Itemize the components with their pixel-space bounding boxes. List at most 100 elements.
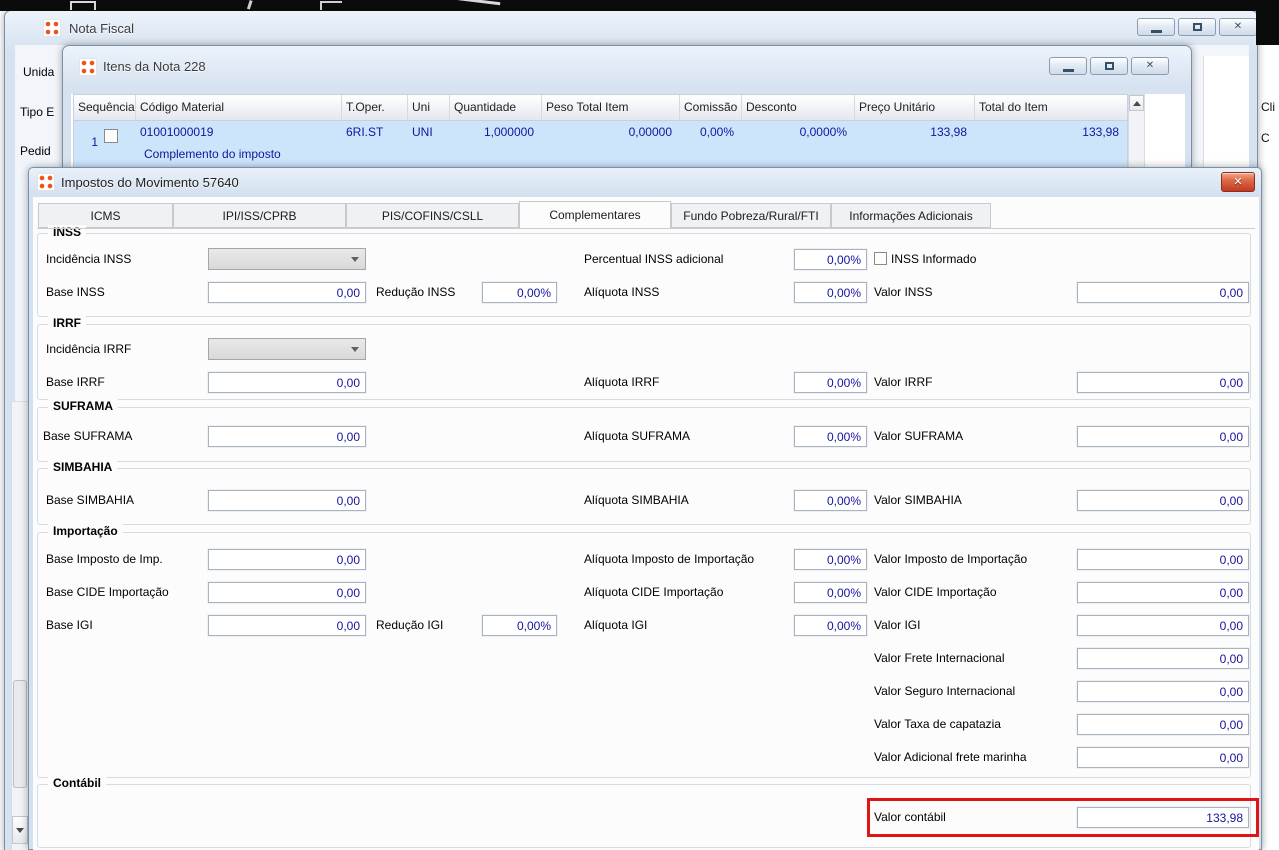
reducao-inss-field[interactable]: 0,00%: [482, 282, 557, 303]
close-button[interactable]: ✕: [1131, 57, 1169, 75]
column-header[interactable]: Preço Unitário: [855, 95, 975, 120]
column-header[interactable]: Comissão: [680, 95, 742, 120]
valor-cide-label: Valor CIDE Importação: [874, 585, 997, 599]
aliquota-igi-field[interactable]: 0,00%: [794, 615, 867, 636]
aliquota-irrf-label: Alíquota IRRF: [584, 375, 659, 389]
app-icon: [79, 58, 97, 76]
valor-frete-label: Valor Frete Internacional: [874, 651, 1005, 665]
column-header[interactable]: Código Material: [136, 95, 342, 120]
annotation-highlight-box: [867, 798, 1259, 837]
close-button[interactable]: ✕: [1219, 18, 1257, 36]
sequencia-cell: 1: [74, 121, 136, 168]
aliquota-cide-label: Alíquota CIDE Importação: [584, 585, 723, 599]
aliquota-ii-field[interactable]: 0,00%: [794, 549, 867, 570]
reducao-igi-field[interactable]: 0,00%: [482, 615, 557, 636]
nota-fiscal-titlebar[interactable]: Nota Fiscal ✕: [5, 11, 1257, 45]
row-checkbox[interactable]: [104, 129, 118, 143]
tab-informacoes-adicionais[interactable]: Informações Adicionais: [831, 203, 991, 228]
itens-titlebar[interactable]: Itens da Nota 228 ✕: [63, 46, 1191, 94]
column-header[interactable]: Sequência: [74, 95, 136, 120]
table-row[interactable]: 1 01001000019 6RI.ST UNI 1,000000 0,0000…: [74, 121, 1127, 168]
aliquota-irrf-field[interactable]: 0,00%: [794, 372, 867, 393]
minimize-button[interactable]: [1049, 57, 1087, 75]
valor-marinha-label: Valor Adicional frete marinha: [874, 750, 1027, 764]
close-icon: ✕: [1234, 22, 1242, 32]
base-suframa-field[interactable]: 0,00: [208, 426, 366, 447]
valor-marinha-field[interactable]: 0,00: [1077, 747, 1249, 768]
incidencia-inss-dropdown[interactable]: [208, 248, 366, 270]
app-icon: [43, 19, 61, 37]
suframa-legend: SUFRAMA: [48, 399, 118, 413]
tab-fundo-pobreza[interactable]: Fundo Pobreza/Rural/FTI: [671, 203, 831, 228]
column-header[interactable]: Peso Total Item: [542, 95, 680, 120]
inss-group: INSS: [37, 233, 1251, 317]
aliquota-cide-field[interactable]: 0,00%: [794, 582, 867, 603]
base-inss-field[interactable]: 0,00: [208, 282, 366, 303]
base-simbahia-field[interactable]: 0,00: [208, 490, 366, 511]
base-irrf-field[interactable]: 0,00: [208, 372, 366, 393]
column-header[interactable]: Desconto: [742, 95, 855, 120]
scroll-down-button[interactable]: [12, 816, 28, 844]
impostos-title: Impostos do Movimento 57640: [61, 175, 239, 190]
base-simbahia-label: Base SIMBAHIA: [46, 493, 134, 507]
incidencia-irrf-label: Incidência IRRF: [46, 342, 131, 356]
valor-ii-field[interactable]: 0,00: [1077, 549, 1249, 570]
restore-icon: [1105, 62, 1114, 70]
column-header[interactable]: Uni: [408, 95, 450, 120]
base-igi-field[interactable]: 0,00: [208, 615, 366, 636]
valor-ii-label: Valor Imposto de Importação: [874, 552, 1027, 566]
restore-button[interactable]: [1090, 57, 1128, 75]
percentual-inss-field[interactable]: 0,00%: [794, 249, 867, 270]
comissao-cell: 0,00%: [680, 121, 742, 168]
valor-suframa-label: Valor SUFRAMA: [874, 429, 963, 443]
itens-table-header: Sequência Código Material T.Oper. Uni Qu…: [74, 95, 1127, 121]
base-cide-label: Base CIDE Importação: [46, 585, 169, 599]
nota-fiscal-title: Nota Fiscal: [69, 21, 134, 36]
tab-ipi-iss-cprb[interactable]: IPI/ISS/CPRB: [173, 203, 346, 228]
valor-seguro-field[interactable]: 0,00: [1077, 681, 1249, 702]
valor-simbahia-field[interactable]: 0,00: [1077, 490, 1249, 511]
peso-cell: 0,00000: [542, 121, 680, 168]
app-icon: [37, 173, 55, 191]
grid-scrollbar[interactable]: [1128, 94, 1145, 168]
aliquota-inss-field[interactable]: 0,00%: [794, 282, 867, 303]
toper-cell: 6RI.ST: [342, 121, 408, 168]
tab-complementares[interactable]: Complementares: [519, 201, 671, 228]
itens-table: Sequência Código Material T.Oper. Uni Qu…: [73, 94, 1128, 168]
tab-baseline: [37, 228, 1255, 229]
valor-capatazia-label: Valor Taxa de capatazia: [874, 717, 1001, 731]
itens-window: Itens da Nota 228 ✕ Sequência Código Mat…: [62, 45, 1192, 168]
valor-suframa-field[interactable]: 0,00: [1077, 426, 1249, 447]
preco-cell: 133,98: [855, 121, 975, 168]
column-header[interactable]: T.Oper.: [342, 95, 408, 120]
incidencia-irrf-dropdown[interactable]: [208, 338, 366, 360]
base-cide-field[interactable]: 0,00: [208, 582, 366, 603]
pedido-label: Pedid: [20, 144, 51, 158]
base-ii-label: Base Imposto de Imp.: [46, 552, 163, 566]
valor-inss-field[interactable]: 0,00: [1077, 282, 1249, 303]
uni-cell: UNI: [408, 121, 450, 168]
valor-frete-field[interactable]: 0,00: [1077, 648, 1249, 669]
contabil-legend: Contábil: [48, 776, 106, 790]
minimize-button[interactable]: [1137, 18, 1175, 36]
close-button[interactable]: ✕: [1221, 172, 1255, 192]
column-header[interactable]: Quantidade: [450, 95, 542, 120]
tab-pis-cofins-csll[interactable]: PIS/COFINS/CSLL: [346, 203, 519, 228]
inss-informado-checkbox[interactable]: [874, 252, 887, 265]
base-ii-field[interactable]: 0,00: [208, 549, 366, 570]
valor-capatazia-field[interactable]: 0,00: [1077, 714, 1249, 735]
impostos-titlebar[interactable]: Impostos do Movimento 57640 ✕: [29, 168, 1261, 197]
background-label-fragment: C: [1261, 131, 1270, 145]
column-header[interactable]: Total do Item: [975, 95, 1127, 120]
valor-irrf-field[interactable]: 0,00: [1077, 372, 1249, 393]
restore-button[interactable]: [1178, 18, 1216, 36]
irrf-legend: IRRF: [48, 316, 86, 330]
scrollbar-thumb[interactable]: [13, 680, 27, 788]
aliquota-simbahia-field[interactable]: 0,00%: [794, 490, 867, 511]
valor-igi-label: Valor IGI: [874, 618, 920, 632]
aliquota-suframa-field[interactable]: 0,00%: [794, 426, 867, 447]
vertical-scrollbar[interactable]: [11, 401, 29, 850]
valor-cide-field[interactable]: 0,00: [1077, 582, 1249, 603]
valor-igi-field[interactable]: 0,00: [1077, 615, 1249, 636]
scroll-up-button[interactable]: [1129, 95, 1144, 111]
